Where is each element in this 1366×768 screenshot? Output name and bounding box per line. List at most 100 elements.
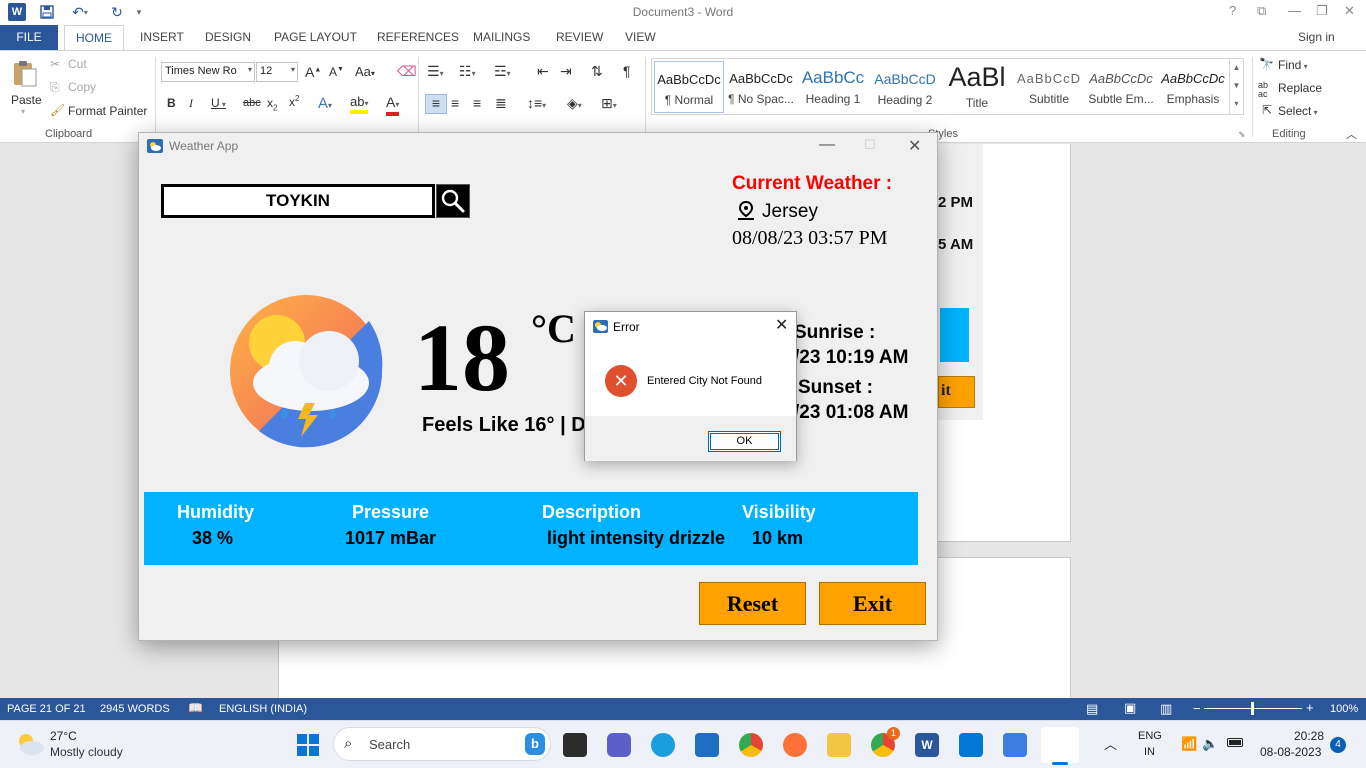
align-right-icon[interactable]: ≡ xyxy=(473,95,481,111)
collapse-ribbon-icon[interactable]: ︿ xyxy=(1346,126,1357,142)
maximize-icon[interactable]: ☐ xyxy=(864,137,876,153)
file-explorer-icon[interactable] xyxy=(827,733,851,757)
grow-font-icon[interactable]: A▲ xyxy=(305,64,321,80)
font-color-icon[interactable]: A▾ xyxy=(386,95,400,116)
justify-icon[interactable]: ≣ xyxy=(495,95,507,112)
sort-icon[interactable]: ⇅ xyxy=(591,63,603,80)
firefox-icon[interactable] xyxy=(783,733,807,757)
style-heading-1[interactable]: AaBbCc Heading 1 xyxy=(798,61,868,113)
cut-icon[interactable]: ✂ xyxy=(50,57,60,71)
style-subtle-emphasis[interactable]: AaBbCcDc Subtle Em... xyxy=(1086,61,1156,113)
line-spacing-icon[interactable]: ↕≡▾ xyxy=(527,95,546,111)
shrink-font-icon[interactable]: A▼ xyxy=(329,65,344,79)
paste-dropdown-icon[interactable]: ▾ xyxy=(21,107,25,116)
underline-icon[interactable]: U ▾ xyxy=(211,96,226,110)
help-icon[interactable]: ? xyxy=(1229,3,1236,18)
close-icon[interactable]: ✕ xyxy=(908,136,921,156)
copy-icon[interactable]: ⎘ xyxy=(50,80,60,95)
tab-insert[interactable]: INSERT xyxy=(140,30,184,44)
language-indicator[interactable]: ENGLISH (INDIA) xyxy=(219,703,307,715)
strikethrough-icon[interactable]: abc xyxy=(243,97,261,109)
python-app-icon[interactable] xyxy=(1003,733,1027,757)
subscript-icon[interactable]: x2 xyxy=(267,96,277,112)
ok-button[interactable]: OK xyxy=(708,431,781,452)
font-name-field[interactable]: Times New Ro ▾ xyxy=(161,62,255,82)
bold-icon[interactable]: B xyxy=(167,96,176,110)
tab-file[interactable]: FILE xyxy=(0,25,58,50)
task-view-icon[interactable] xyxy=(563,733,587,757)
reset-button[interactable]: Reset xyxy=(699,582,806,625)
lang-bottom[interactable]: IN xyxy=(1144,746,1155,758)
weather-app-taskbar-button[interactable] xyxy=(1041,727,1079,763)
style-emphasis[interactable]: AaBbCcDc Emphasis xyxy=(1158,61,1228,113)
styles-scroll[interactable]: ▲ ▼ ▾ xyxy=(1229,59,1243,114)
align-left-icon[interactable]: ≡ xyxy=(425,94,447,114)
search-button[interactable] xyxy=(436,184,470,218)
weather-desc[interactable]: Mostly cloudy xyxy=(50,745,123,759)
web-layout-icon[interactable]: ▥ xyxy=(1160,701,1172,717)
ribbon-display-icon[interactable]: ⧉ xyxy=(1257,3,1266,19)
superscript-icon[interactable]: x2 xyxy=(289,94,299,109)
close-icon[interactable]: ✕ xyxy=(775,315,788,335)
highlight-icon[interactable]: ab▾ xyxy=(350,95,369,114)
style-normal[interactable]: AaBbCcDc ¶ Normal xyxy=(654,61,724,113)
select-button[interactable]: Select ▾ xyxy=(1278,104,1318,118)
clock-time[interactable]: 20:28 xyxy=(1294,729,1324,743)
find-icon[interactable]: 🔭 xyxy=(1259,57,1274,71)
wifi-icon[interactable]: 📶 xyxy=(1181,736,1197,752)
format-painter-icon[interactable]: 🖌 xyxy=(50,103,65,117)
close-icon[interactable]: ✕ xyxy=(1344,3,1355,19)
volume-icon[interactable]: 🔈 xyxy=(1202,736,1218,752)
battery-icon[interactable] xyxy=(1227,738,1243,747)
decrease-indent-icon[interactable]: ⇤ xyxy=(537,63,549,80)
paste-button[interactable]: Paste xyxy=(11,93,42,107)
bullets-icon[interactable]: ☰▾ xyxy=(427,63,444,80)
notification-badge[interactable]: 4 xyxy=(1330,737,1346,753)
find-button[interactable]: Find ▾ xyxy=(1278,58,1308,72)
start-icon[interactable] xyxy=(296,733,320,757)
mail-icon[interactable] xyxy=(695,733,719,757)
zoom-level[interactable]: 100% xyxy=(1330,703,1358,715)
style-heading-2[interactable]: AaBbCcD Heading 2 xyxy=(870,61,940,113)
multilevel-list-icon[interactable]: ☲▾ xyxy=(494,63,511,80)
clock-date[interactable]: 08-08-2023 xyxy=(1260,745,1321,759)
sign-in-link[interactable]: Sign in xyxy=(1298,30,1335,44)
cut-button[interactable]: Cut xyxy=(68,57,87,71)
copy-button[interactable]: Copy xyxy=(68,80,96,94)
style-subtitle[interactable]: AaBbCcD Subtitle xyxy=(1014,61,1084,113)
print-layout-icon[interactable]: ▣ xyxy=(1124,700,1136,716)
minimize-icon[interactable]: — xyxy=(1288,3,1301,18)
italic-icon[interactable]: I xyxy=(189,96,193,111)
vscode-icon[interactable] xyxy=(959,733,983,757)
zoom-in-icon[interactable]: + xyxy=(1306,700,1314,715)
format-painter-button[interactable]: Format Painter xyxy=(68,104,147,118)
style-no-spacing[interactable]: AaBbCcDc ¶ No Spac... xyxy=(726,61,796,113)
chrome-icon[interactable] xyxy=(739,733,763,757)
taskbar-search[interactable]: ⌕ Search b xyxy=(333,727,551,761)
change-case-icon[interactable]: Aa▾ xyxy=(355,64,375,79)
shading-icon[interactable]: ◈▾ xyxy=(567,95,582,112)
weather-temp[interactable]: 27°C xyxy=(50,729,77,743)
proofing-icon[interactable]: 📖 xyxy=(188,701,203,715)
page-count[interactable]: PAGE 21 OF 21 xyxy=(7,703,86,715)
tab-review[interactable]: REVIEW xyxy=(556,30,603,44)
city-search-input[interactable]: TOYKIN xyxy=(161,184,435,218)
replace-button[interactable]: Replace xyxy=(1278,81,1322,95)
tab-references[interactable]: REFERENCES xyxy=(377,30,459,44)
tab-page-layout[interactable]: PAGE LAYOUT xyxy=(274,30,357,44)
zoom-slider-thumb[interactable] xyxy=(1251,702,1254,715)
word-count[interactable]: 2945 WORDS xyxy=(100,703,170,715)
increase-indent-icon[interactable]: ⇥ xyxy=(560,63,572,80)
hidden-icons-chevron-icon[interactable]: ︿ xyxy=(1104,734,1117,753)
restore-icon[interactable]: ❐ xyxy=(1316,3,1328,19)
replace-icon[interactable]: ab ac xyxy=(1258,81,1268,99)
style-title[interactable]: AaBl Title xyxy=(942,61,1012,113)
zoom-out-icon[interactable]: − xyxy=(1193,701,1201,716)
teams-chat-icon[interactable] xyxy=(607,733,631,757)
align-center-icon[interactable]: ≡ xyxy=(451,95,459,111)
text-effects-icon[interactable]: A▾ xyxy=(318,95,332,112)
word-taskbar-icon[interactable]: W xyxy=(915,733,939,757)
borders-icon[interactable]: ⊞▾ xyxy=(601,95,617,112)
clear-formatting-icon[interactable]: ⌫ xyxy=(397,63,417,80)
edge-icon[interactable] xyxy=(651,733,675,757)
